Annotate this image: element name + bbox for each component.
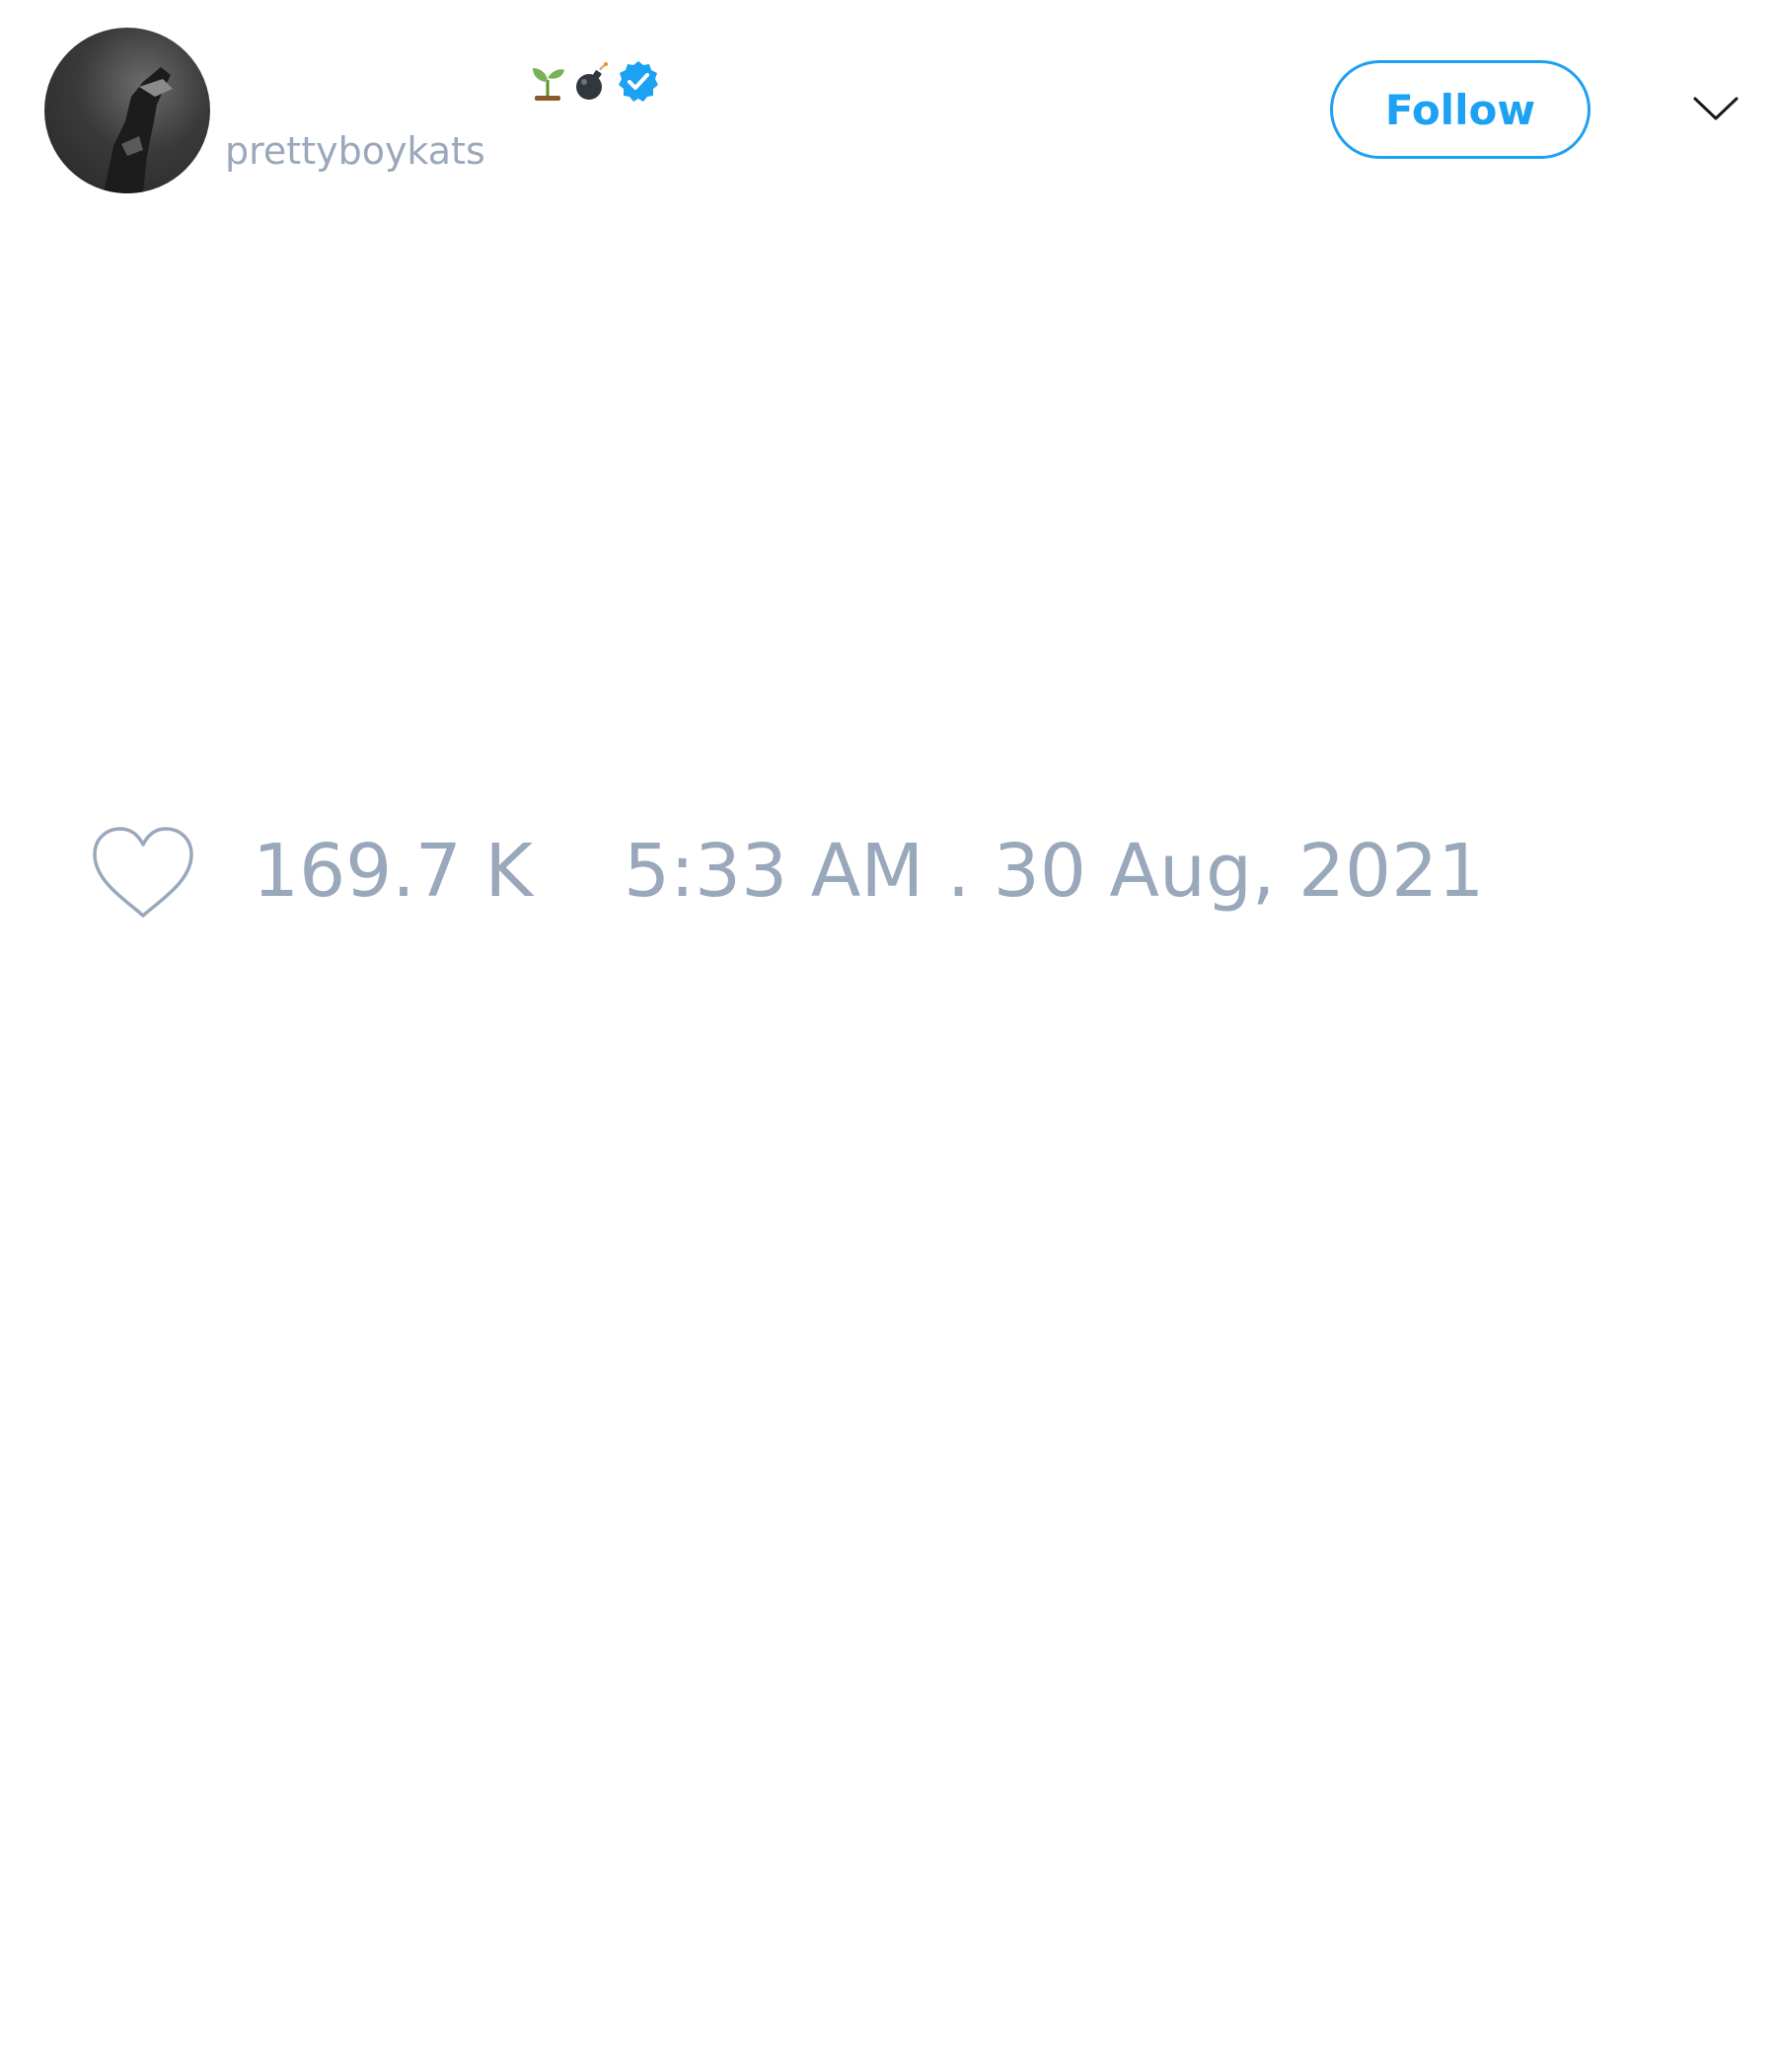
avatar-image (104, 67, 173, 193)
follow-button[interactable]: Follow (1330, 60, 1591, 159)
user-handle[interactable]: prettyboykats (225, 128, 485, 174)
seedling-icon (529, 62, 566, 102)
bomb-icon (572, 62, 610, 102)
avatar[interactable] (44, 28, 210, 193)
heart-icon[interactable] (89, 825, 197, 924)
chevron-down-icon[interactable] (1691, 91, 1740, 126)
display-name[interactable] (529, 59, 661, 105)
tweet-timestamp[interactable]: 5:33 AM . 30 Aug, 2021 (624, 827, 1484, 916)
verified-badge-icon (616, 59, 661, 105)
like-count: 169.7 K (253, 829, 533, 914)
